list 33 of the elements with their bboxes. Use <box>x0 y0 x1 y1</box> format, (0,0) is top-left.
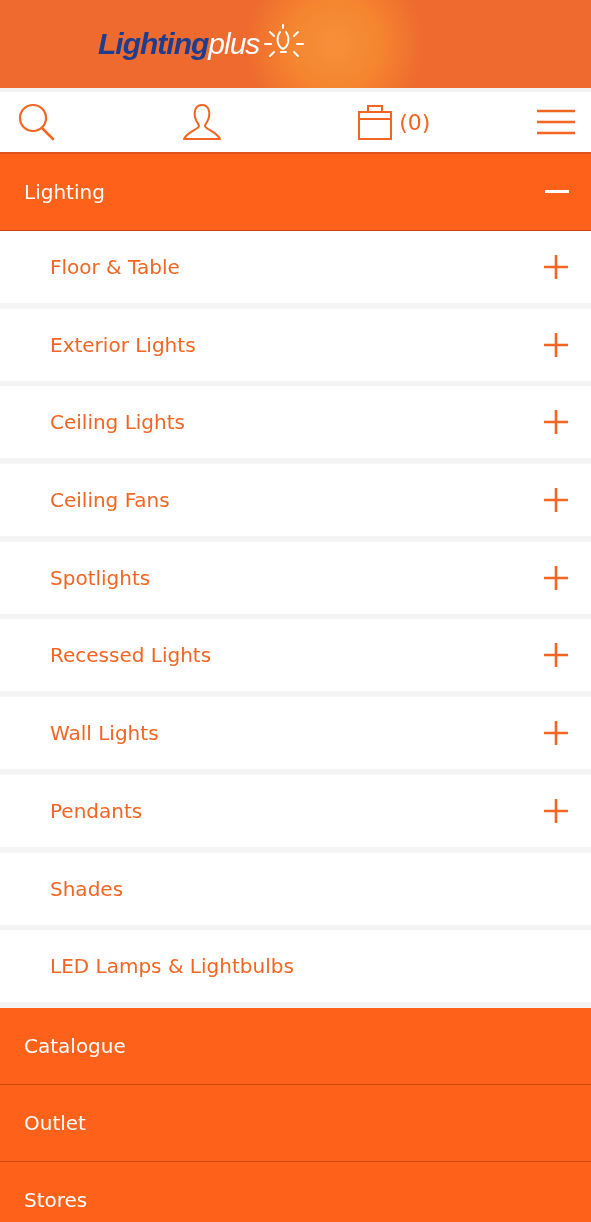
menu-icon[interactable] <box>536 108 576 136</box>
section-label: Stores <box>24 1187 88 1212</box>
plus-icon[interactable] <box>544 721 568 746</box>
menu-section[interactable]: Lighting <box>0 154 591 231</box>
plus-icon[interactable] <box>544 643 568 668</box>
logo-text[interactable]: Lightingplus <box>98 27 260 61</box>
section-label: Outlet <box>24 1110 86 1135</box>
submenu-label: LED Lamps & Lightbulbs <box>50 954 294 979</box>
plus-icon[interactable] <box>544 410 568 435</box>
menu-section[interactable]: Outlet <box>0 1084 591 1162</box>
menu-section[interactable]: Catalogue <box>0 1007 591 1085</box>
submenu-label: Ceiling Fans <box>50 488 170 513</box>
plus-icon[interactable] <box>544 255 568 279</box>
submenu-label: Shades <box>50 876 124 901</box>
section-label: Catalogue <box>24 1033 126 1058</box>
user-icon[interactable] <box>181 102 222 142</box>
submenu-label: Spotlights <box>50 565 151 590</box>
cart-count[interactable]: (0) <box>399 109 431 135</box>
submenu-label: Wall Lights <box>50 721 159 746</box>
submenu-label: Floor & Table <box>50 255 180 279</box>
submenu-label: Pendants <box>50 798 143 823</box>
submenu-label: Recessed Lights <box>50 643 212 668</box>
plus-icon[interactable] <box>544 798 568 823</box>
minus-icon[interactable] <box>545 190 569 194</box>
search-icon[interactable] <box>16 102 56 142</box>
shopping-bag-icon[interactable] <box>357 103 394 141</box>
plus-icon[interactable] <box>544 488 568 513</box>
submenu-label: Exterior Lights <box>50 332 196 357</box>
submenu-label: Ceiling Lights <box>50 410 185 435</box>
section-label: Lighting <box>24 180 105 204</box>
plus-icon[interactable] <box>544 565 568 590</box>
plus-icon[interactable] <box>544 332 568 357</box>
menu-section[interactable]: Stores <box>0 1161 591 1222</box>
